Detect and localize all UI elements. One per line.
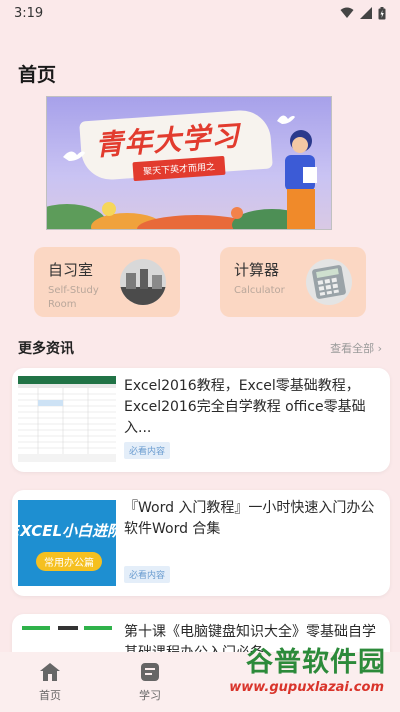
watermark-title: 谷普软件园 — [246, 647, 386, 678]
view-all-link[interactable]: 查看全部 › — [330, 340, 382, 356]
feature-subtitle: Self-Study Room — [48, 285, 99, 310]
calculator-thumbnail — [306, 259, 352, 305]
thumbnail-caption: EXCEL小白进阶 — [18, 522, 116, 540]
news-tag: 必看内容 — [124, 442, 171, 459]
nav-label: 学习 — [139, 689, 161, 702]
self-study-room-card[interactable]: 自习室 Self-Study Room — [34, 247, 180, 317]
study-room-thumbnail — [120, 259, 166, 305]
word-tutorial-thumbnail: EXCEL小白进阶 常用办公篇 — [18, 500, 116, 586]
news-title: Excel2016教程，Excel零基础教程，Excel2016完全自学教程 o… — [124, 378, 366, 436]
news-tag: 必看内容 — [124, 566, 171, 583]
home-icon — [40, 663, 60, 681]
signal-icon — [360, 7, 372, 19]
section-header: 更多资讯 查看全部 › — [18, 338, 382, 358]
nav-home[interactable]: 首页 — [0, 661, 100, 703]
wifi-icon — [340, 7, 354, 18]
excel-tutorial-thumbnail — [18, 376, 116, 462]
feature-subtitle: Calculator — [234, 285, 285, 296]
page-title: 首页 — [18, 64, 57, 86]
news-title: 『Word 入门教程』一小时快速入门办公软件Word 合集 — [124, 500, 375, 537]
promo-banner[interactable]: 青年大学习 聚天下英才而用之 — [46, 96, 332, 230]
student-illustration — [285, 130, 317, 229]
status-time: 3:19 — [14, 5, 44, 21]
watermark-logo: 谷普软件园 www.gupuxlazai.com — [228, 640, 394, 706]
status-bar: 3:19 — [0, 0, 400, 26]
section-title: 更多资讯 — [18, 341, 74, 357]
dove-icon — [63, 151, 85, 161]
calculator-card[interactable]: 计算器 Calculator — [220, 247, 366, 317]
battery-icon — [378, 6, 386, 19]
watermark-url: www.gupuxlazai.com — [229, 680, 384, 695]
study-icon — [141, 663, 159, 681]
status-icons — [340, 6, 386, 20]
nav-study[interactable]: 学习 — [100, 661, 200, 703]
news-card[interactable]: EXCEL小白进阶 常用办公篇 『Word 入门教程』一小时快速入门办公软件Wo… — [12, 490, 390, 596]
nav-label: 首页 — [39, 689, 61, 702]
news-card[interactable]: Excel2016教程，Excel零基础教程，Excel2016完全自学教程 o… — [12, 368, 390, 472]
thumbnail-badge: 常用办公篇 — [36, 552, 102, 571]
